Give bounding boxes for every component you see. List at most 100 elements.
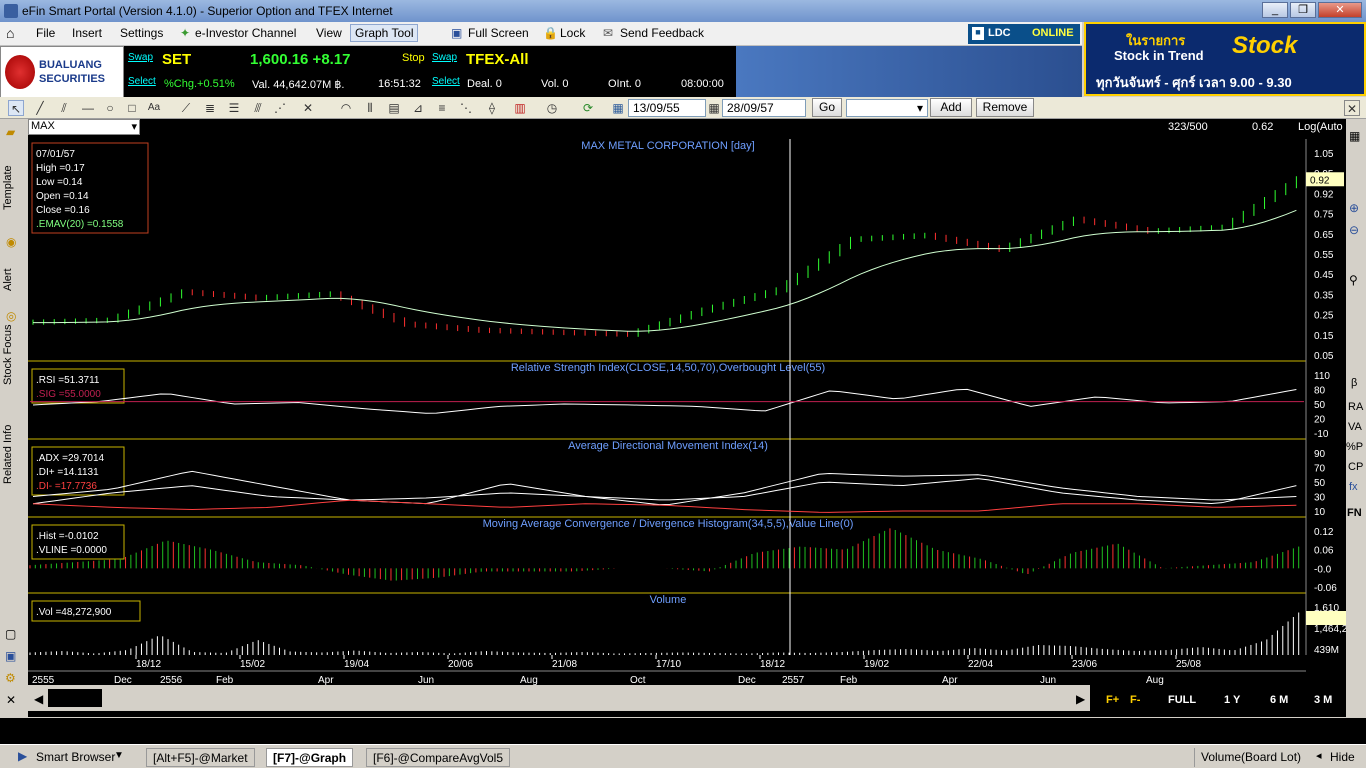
close-doc-icon[interactable]: ✕ <box>6 693 16 707</box>
fibo-ext-tool-icon[interactable]: ☰ <box>226 100 242 116</box>
line-tool-icon[interactable]: ╱ <box>32 100 48 116</box>
set-swap-link[interactable]: Swap <box>128 52 153 63</box>
fan-tool-icon[interactable]: ⟋ <box>178 100 194 116</box>
chart-svg[interactable]: MAX METAL CORPORATION [day]1.050.950.920… <box>28 119 1346 717</box>
last-price-label: 0.92 <box>1310 175 1330 186</box>
home-icon[interactable]: ⌂ <box>6 25 14 41</box>
magnify-icon[interactable]: ⚲ <box>1349 273 1358 287</box>
save-icon[interactable]: ▣ <box>5 649 16 663</box>
go-button[interactable]: Go <box>812 98 842 117</box>
menu-view[interactable]: View <box>316 26 342 40</box>
settings-doc-icon[interactable]: ⚙ <box>5 671 16 685</box>
zoom-in-icon[interactable]: ⊕ <box>1349 201 1359 215</box>
refresh-icon[interactable]: ⟳ <box>580 100 596 116</box>
menu-graph-tool[interactable]: Graph Tool <box>350 24 419 42</box>
indicator-ra[interactable]: RA <box>1348 401 1363 413</box>
indicator-beta[interactable]: β <box>1351 377 1357 389</box>
speed-tool-icon[interactable]: ⊿ <box>410 100 426 116</box>
menu-bar: ⌂ File Insert Settings ✦ e-Investor Chan… <box>0 22 1082 46</box>
y-tick-label: 50 <box>1314 400 1326 411</box>
pane-title: MAX METAL CORPORATION [day] <box>581 140 754 152</box>
zoom-button-1[interactable]: F- <box>1130 694 1141 706</box>
menu-lock[interactable]: Lock <box>560 26 585 40</box>
tab-graph[interactable]: [F7]-@Graph <box>266 748 354 767</box>
zoom-button-2[interactable]: FULL <box>1168 694 1196 706</box>
date-from-field[interactable]: 13/09/55 <box>628 99 706 117</box>
calendar-from-icon[interactable]: ▦ <box>610 100 626 116</box>
indicator-fn[interactable]: FN <box>1347 507 1362 519</box>
tab-stock-focus[interactable]: Stock Focus <box>2 315 24 395</box>
fibo-tool-icon[interactable]: ≣ <box>202 100 218 116</box>
zoom-button-3[interactable]: 1 Y <box>1224 694 1241 706</box>
tab-compare[interactable]: [F6]-@CompareAvgVol5 <box>366 748 511 767</box>
indicator-va[interactable]: VA <box>1348 421 1362 433</box>
parallel-tool-icon[interactable]: ⫽ <box>56 100 72 116</box>
indicator-percent-p[interactable]: %P <box>1346 441 1363 453</box>
close-panel-icon[interactable]: ✕ <box>1344 100 1360 116</box>
y-tick-label: 1.05 <box>1314 149 1334 160</box>
indicator-fx[interactable]: fx <box>1349 481 1358 493</box>
y-tick-label: 90 <box>1314 449 1326 460</box>
browser-dropdown-icon[interactable]: ▼ <box>114 750 124 761</box>
zoom-button-0[interactable]: F+ <box>1106 694 1119 706</box>
smart-browser-button[interactable]: Smart Browser <box>30 748 121 767</box>
delete-tool-icon[interactable]: ✕ <box>300 100 316 116</box>
menu-send-feedback[interactable]: Send Feedback <box>620 26 704 40</box>
menu-insert[interactable]: Insert <box>72 26 102 40</box>
clock-icon[interactable]: ◷ <box>544 100 560 116</box>
grid-tool-icon[interactable]: ▤ <box>386 100 402 116</box>
tab-market[interactable]: [Alt+F5]-@Market <box>146 748 255 767</box>
andrews-tool-icon[interactable]: ⋱ <box>458 100 474 116</box>
date-to-field[interactable]: 28/09/57 <box>722 99 806 117</box>
scale-mode[interactable]: Log(Auto <box>1298 121 1343 133</box>
gann-tool-icon[interactable]: ⋰ <box>272 100 288 116</box>
arc-tool-icon[interactable]: ◠ <box>338 100 354 116</box>
hide-button[interactable]: Hide <box>1324 748 1361 767</box>
hline-tool-icon[interactable]: — <box>80 100 96 116</box>
scroll-left-icon: ◀ <box>34 692 44 706</box>
chart-type-icon[interactable]: ▥ <box>512 100 528 116</box>
menu-full-screen[interactable]: Full Screen <box>468 26 529 40</box>
zoom-button-5[interactable]: 3 M <box>1314 694 1332 706</box>
command-bar[interactable] <box>0 718 1366 744</box>
zoom-out-icon[interactable]: ⊖ <box>1349 223 1359 237</box>
y-tick-label: 70 <box>1314 464 1326 475</box>
tfex-select-link[interactable]: Select <box>432 76 460 87</box>
tfex-swap-link[interactable]: Swap <box>432 52 457 63</box>
minimize-button[interactable]: _ <box>1262 2 1288 18</box>
text-tool-icon[interactable]: Aa <box>146 100 162 116</box>
maximize-button[interactable]: ❐ <box>1290 2 1316 18</box>
y-tick-label: 80 <box>1314 386 1326 397</box>
chart-area[interactable]: MAX METAL CORPORATION [day]1.050.950.920… <box>28 119 1346 717</box>
cycle-tool-icon[interactable]: ⦀ <box>362 100 378 116</box>
remove-button[interactable]: Remove <box>976 98 1034 117</box>
tfex-time: 08:00:00 <box>681 78 724 90</box>
add-button[interactable]: Add <box>930 98 972 117</box>
tab-alert[interactable]: Alert <box>2 255 24 305</box>
grid-icon[interactable]: ▦ <box>1349 129 1360 143</box>
close-window-button[interactable]: ✕ <box>1318 2 1362 18</box>
rect-tool-icon[interactable]: □ <box>124 100 140 116</box>
volume-mode[interactable]: Volume(Board Lot) <box>1194 748 1307 767</box>
measure-tool-icon[interactable]: ⟠ <box>484 100 500 116</box>
menu-settings[interactable]: Settings <box>120 26 163 40</box>
circle-tool-icon[interactable]: ○ <box>102 100 118 116</box>
symbol-select[interactable]: MAX ▾ <box>28 119 140 135</box>
indicator-cp[interactable]: CP <box>1348 461 1363 473</box>
tab-related-info[interactable]: Related Info <box>2 409 24 499</box>
menu-e-investor-channel[interactable]: e-Investor Channel <box>195 26 296 40</box>
calendar-to-icon[interactable]: ▦ <box>706 100 722 116</box>
new-doc-icon[interactable]: ▢ <box>5 627 16 641</box>
template-select[interactable]: ▾ <box>846 99 928 117</box>
online-status: ONLINE <box>1032 27 1074 39</box>
y-tick-label: 0.92 <box>1314 189 1334 200</box>
menu-file[interactable]: File <box>36 26 55 40</box>
regression-tool-icon[interactable]: ≡ <box>434 100 450 116</box>
pointer-tool-icon[interactable]: ↖ <box>8 100 24 116</box>
channel-tool-icon[interactable]: ⫻ <box>250 100 266 116</box>
tab-template[interactable]: Template <box>2 143 24 233</box>
zoom-button-4[interactable]: 6 M <box>1270 694 1288 706</box>
set-select-link[interactable]: Select <box>128 76 156 87</box>
tfex-oint: OInt. 0 <box>608 78 642 90</box>
stock-in-trend-banner[interactable]: ในรายการ Stock in Trend Stock ทุกวันจันท… <box>1084 22 1366 96</box>
